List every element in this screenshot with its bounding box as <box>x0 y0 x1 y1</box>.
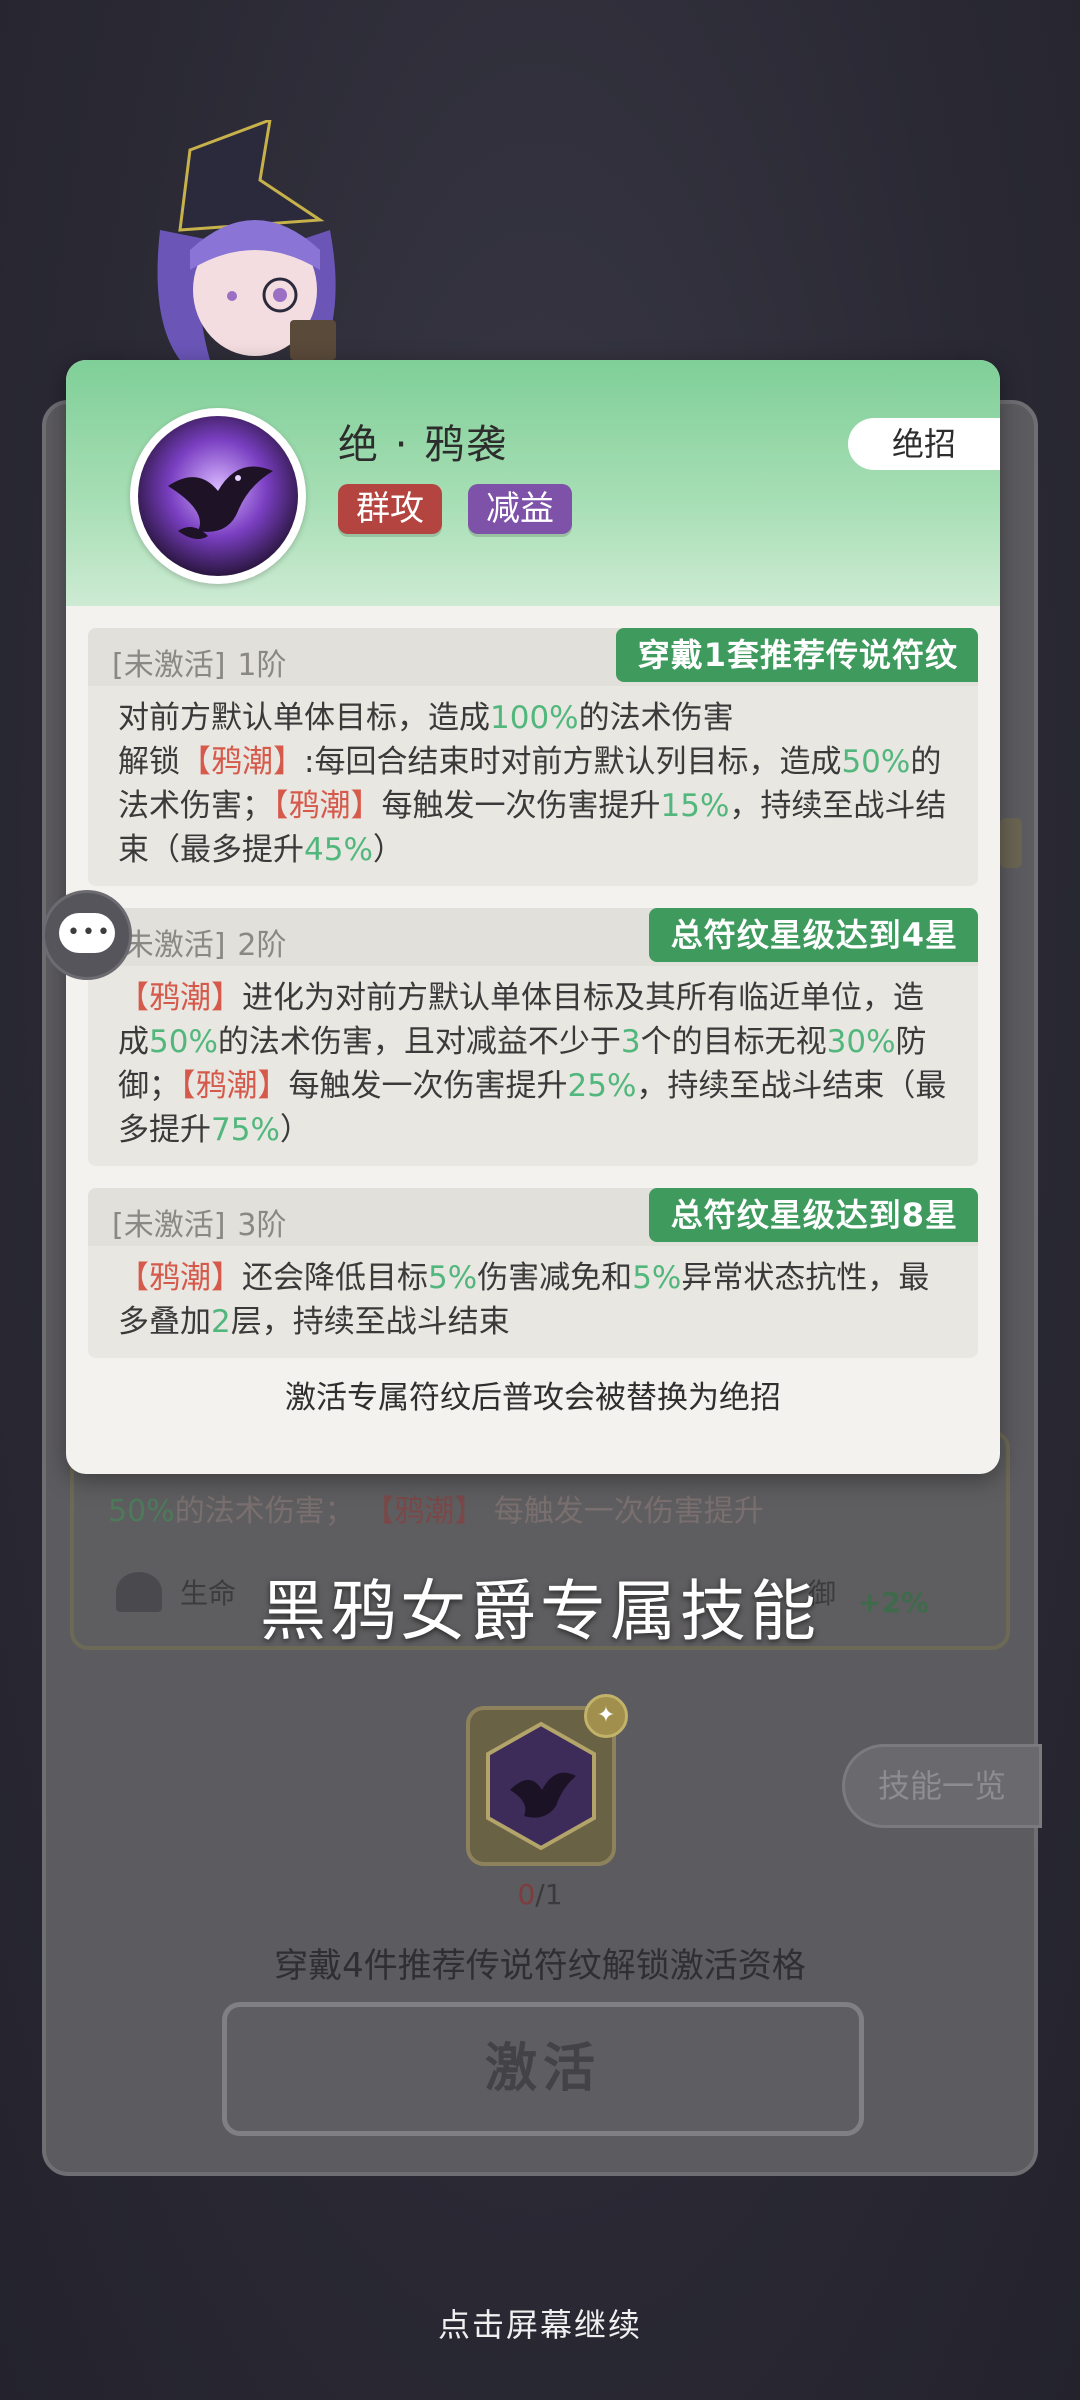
card-footer-note: 激活专属符纹后普攻会被替换为绝招 <box>285 1380 781 1416</box>
overlay-title: 黑鸦女爵专属技能 <box>260 1573 820 1650</box>
tier-3-status: [未激活] <box>112 1208 226 1243</box>
tag-aoe: 群攻 <box>338 484 442 534</box>
chat-button[interactable]: ••• <box>42 890 132 980</box>
skill-name: 绝 · 鸦袭 <box>338 422 509 468</box>
background-panel-edge <box>1000 818 1022 868</box>
rune-star-badge: ✦ <box>584 1694 628 1738</box>
tier-1-status: [未激活] <box>112 648 226 683</box>
tier-2-header: [未激活] 2阶 总符纹星级达到4星 <box>88 908 978 966</box>
skill-tier-1: [未激活] 1阶 穿戴1套推荐传说符纹 对前方默认单体目标，造成100%的法术伤害… <box>88 628 978 886</box>
tier-3-requirement: 总符纹星级达到8星 <box>648 1188 978 1242</box>
rune-icon <box>486 1721 596 1851</box>
tier-3-level: 3阶 <box>237 1208 287 1243</box>
tier-2-requirement: 总符纹星级达到4星 <box>648 908 978 962</box>
raven-skill-icon <box>130 408 306 584</box>
tier-1-requirement: 穿戴1套推荐传说符纹 <box>615 628 978 682</box>
tier-2-level: 2阶 <box>237 928 287 963</box>
skill-tier-2: [未激活] 2阶 总符纹星级达到4星 【鸦潮】进化为对前方默认单体目标及其所有临近… <box>88 908 978 1166</box>
skill-card: 绝 · 鸦袭 群攻 减益 绝招 [未激活] 1阶 穿戴1套推荐传说符纹 对前方默认… <box>66 360 1000 1474</box>
tier-1-header: [未激活] 1阶 穿戴1套推荐传说符纹 <box>88 628 978 686</box>
tier-1-level: 1阶 <box>237 648 287 683</box>
tier-2-description: 【鸦潮】进化为对前方默认单体目标及其所有临近单位，造成50%的法术伤害，且对减益… <box>118 980 947 1148</box>
background-skill-text: 50%的法术伤害； 【鸦潮】 每触发一次伤害提升 <box>108 1494 764 1529</box>
tier-3-description: 【鸦潮】还会降低目标5%伤害减免和5%异常状态抗性，最多叠加2层，持续至战斗结束 <box>118 1260 930 1340</box>
skill-list-button[interactable]: 技能一览 <box>842 1744 1042 1828</box>
tier-3-header: [未激活] 3阶 总符纹星级达到8星 <box>88 1188 978 1246</box>
tier-1-description: 对前方默认单体目标，造成100%的法术伤害 解锁【鸦潮】:每回合结束时对前方默认… <box>118 700 947 868</box>
activate-button[interactable]: 激活 <box>222 2002 864 2136</box>
rune-count: 0/1 <box>517 1878 563 1911</box>
unlock-tip: 穿戴4件推荐传说符纹解锁激活资格 <box>274 1946 806 1986</box>
skill-tier-3: [未激活] 3阶 总符纹星级达到8星 【鸦潮】还会降低目标5%伤害减免和5%异常状… <box>88 1188 978 1358</box>
tap-to-continue[interactable]: 点击屏幕继续 <box>0 2300 1080 2346</box>
tag-debuff: 减益 <box>468 484 572 534</box>
character-portrait <box>120 117 380 380</box>
ultimate-badge: 绝招 <box>848 418 1000 470</box>
